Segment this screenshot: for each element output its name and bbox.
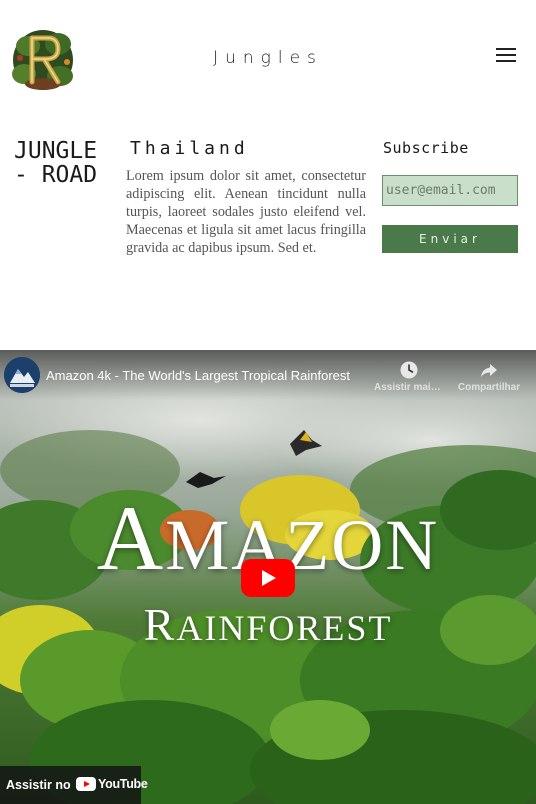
overlay-title-first: A bbox=[96, 487, 166, 589]
overlay-title-rest: MAZON bbox=[165, 505, 440, 585]
video-player[interactable]: Amazon 4k - The World's Largest Tropical… bbox=[0, 350, 536, 804]
subscribe-heading: Subscribe bbox=[383, 139, 469, 157]
brand-line-1: JUNGLE bbox=[14, 138, 98, 164]
video-title[interactable]: Amazon 4k - The World's Largest Tropical… bbox=[46, 368, 372, 383]
overlay-subtitle-rainforest: RAINFOREST bbox=[0, 600, 536, 653]
watch-later-button[interactable]: Assistir mais tarde bbox=[374, 360, 444, 393]
watch-on-youtube-button[interactable]: Assistir no YouTube bbox=[0, 766, 148, 804]
article-heading: Thailand bbox=[130, 138, 249, 159]
subscribe-form: Subscribe Enviar bbox=[382, 139, 518, 253]
youtube-wordmark: YouTube bbox=[98, 777, 148, 791]
article-body: Lorem ipsum dolor sit amet, consectetur … bbox=[126, 168, 366, 256]
clock-icon bbox=[400, 361, 418, 379]
article: Thailand Lorem ipsum dolor sit amet, con… bbox=[126, 138, 366, 257]
overlay-sub-first: R bbox=[143, 599, 177, 650]
share-button[interactable]: Compartilhar bbox=[454, 360, 524, 393]
brand-name: JUNGLE - ROAD bbox=[14, 139, 114, 187]
hamburger-menu-icon[interactable] bbox=[496, 48, 516, 64]
submit-button[interactable]: Enviar bbox=[382, 225, 518, 253]
site-header: Jungles bbox=[0, 0, 536, 120]
site-title: Jungles bbox=[213, 48, 323, 68]
share-label: Compartilhar bbox=[457, 382, 521, 393]
play-icon bbox=[262, 570, 276, 586]
watch-later-label: Assistir mais tarde bbox=[374, 382, 444, 393]
play-button[interactable] bbox=[241, 559, 295, 597]
email-input[interactable] bbox=[382, 175, 518, 206]
watch-on-label: Assistir no bbox=[6, 778, 71, 792]
share-arrow-icon bbox=[481, 364, 497, 377]
brand-line-2: - ROAD bbox=[14, 162, 98, 188]
overlay-sub-rest: AINFOREST bbox=[176, 608, 393, 648]
channel-avatar[interactable] bbox=[4, 357, 40, 393]
